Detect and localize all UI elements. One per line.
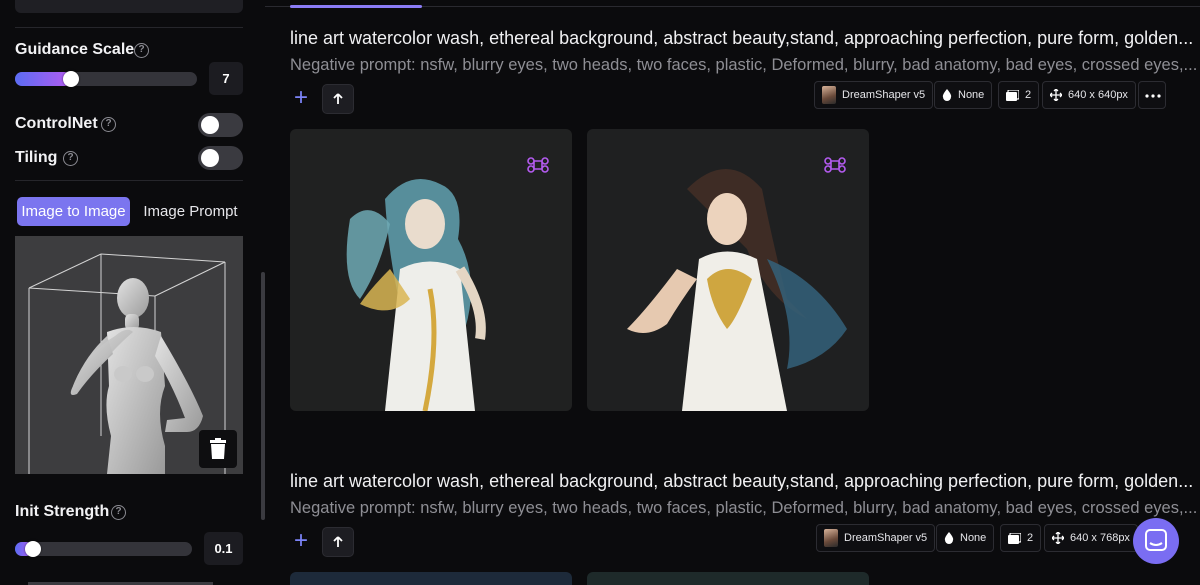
generation-prompt: line art watercolor wash, ethereal backg… — [290, 28, 1194, 48]
upload-button[interactable] — [322, 84, 354, 114]
generated-image-card[interactable] — [587, 129, 869, 411]
tiling-toggle[interactable] — [198, 146, 243, 170]
model-chip[interactable]: DreamShaper v5 — [816, 524, 936, 552]
plus-icon[interactable]: + — [285, 84, 317, 114]
toggle-knob — [201, 149, 219, 167]
generated-image-card[interactable] — [290, 572, 572, 585]
upload-button[interactable] — [322, 527, 354, 557]
image-size: 640 x 640px — [1068, 89, 1128, 101]
image-count: 2 — [1027, 532, 1034, 544]
tab-image-to-image[interactable]: Image to Image — [17, 197, 130, 226]
generated-image-card[interactable] — [587, 572, 869, 585]
style-label: None — [958, 89, 985, 101]
negative-prompt: Negative prompt: nsfw, blurry eyes, two … — [290, 56, 1198, 74]
plus-icon[interactable]: + — [285, 527, 317, 557]
model-avatar — [824, 529, 838, 547]
drop-icon — [942, 89, 952, 101]
guidance-scale-label: Guidance Scale — [15, 41, 135, 58]
drop-icon — [944, 532, 954, 544]
arrow-up-icon — [333, 536, 343, 547]
negative-prompt: Negative prompt: nsfw, blurry eyes, two … — [290, 499, 1198, 517]
image-count-chip[interactable]: 2 — [998, 81, 1040, 109]
style-chip[interactable]: None — [934, 81, 993, 109]
tiling-label: Tiling — [15, 149, 58, 166]
arrow-up-icon — [333, 93, 343, 104]
size-chip[interactable]: 640 x 640px — [1042, 81, 1136, 109]
command-icon[interactable] — [522, 149, 554, 181]
images-icon — [1008, 532, 1021, 544]
slider-handle[interactable] — [63, 71, 80, 87]
init-strength-label: Init Strength — [15, 503, 110, 520]
image-count: 2 — [1025, 89, 1032, 101]
question-circle-icon[interactable]: ? — [63, 151, 78, 166]
tab-image-prompt[interactable]: Image Prompt — [138, 197, 243, 226]
divider — [15, 27, 243, 28]
question-circle-icon[interactable]: ? — [101, 117, 116, 132]
model-avatar — [822, 86, 836, 104]
model-name: DreamShaper v5 — [842, 89, 926, 101]
toggle-knob — [201, 116, 219, 134]
prior-setting-box[interactable] — [15, 0, 243, 13]
divider — [15, 180, 243, 181]
init-strength-slider[interactable] — [15, 541, 192, 557]
ellipsis-icon — [1145, 94, 1161, 98]
model-name: DreamShaper v5 — [844, 532, 928, 544]
image-count-chip[interactable]: 2 — [1000, 524, 1042, 552]
generation-prompt: line art watercolor wash, ethereal backg… — [290, 471, 1194, 491]
style-label: None — [960, 532, 987, 544]
move-arrows-icon — [1052, 532, 1064, 544]
controlnet-label: ControlNet — [15, 115, 98, 132]
controlnet-toggle[interactable] — [198, 113, 243, 137]
move-arrows-icon — [1050, 89, 1062, 101]
images-icon — [1006, 89, 1019, 101]
feed-top-indicator — [290, 5, 422, 8]
more-options-button[interactable] — [1138, 81, 1166, 109]
generation-feed: line art watercolor wash, ethereal backg… — [265, 0, 1200, 585]
chat-icon — [1145, 529, 1167, 551]
command-icon[interactable] — [819, 149, 851, 181]
generated-image-card[interactable] — [290, 129, 572, 411]
init-strength-value[interactable]: 0.1 — [204, 532, 243, 565]
slider-handle[interactable] — [24, 541, 41, 557]
trash-icon — [210, 438, 226, 459]
image-size: 640 x 768px — [1070, 532, 1130, 544]
model-chip[interactable]: DreamShaper v5 — [814, 81, 934, 109]
style-chip[interactable]: None — [936, 524, 995, 552]
guidance-scale-slider[interactable] — [15, 71, 197, 87]
delete-image-button[interactable] — [199, 430, 237, 468]
question-circle-icon[interactable]: ? — [111, 505, 126, 520]
guidance-scale-value[interactable]: 7 — [209, 62, 243, 95]
question-circle-icon[interactable]: ? — [134, 43, 149, 58]
settings-sidebar: Guidance Scale ? 7 ControlNet ? Tiling ?… — [0, 0, 265, 585]
size-chip[interactable]: 640 x 768px — [1044, 524, 1138, 552]
support-chat-button[interactable] — [1133, 518, 1179, 564]
